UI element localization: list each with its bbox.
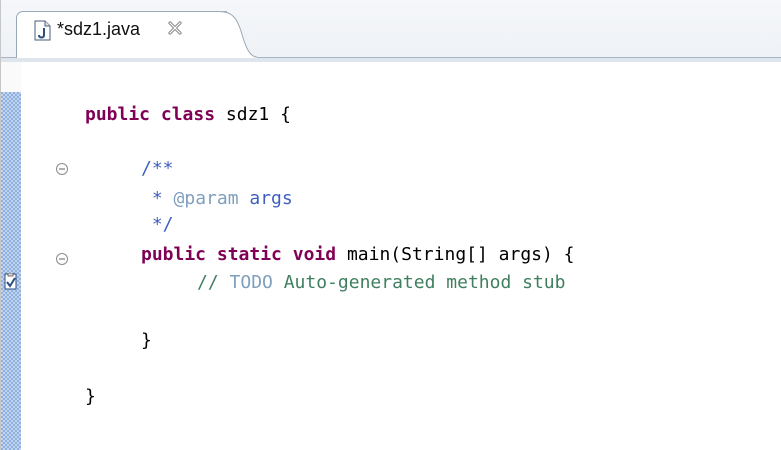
javadoc-text: */ <box>141 214 174 235</box>
tab-edge <box>219 11 257 58</box>
task-marker-icon[interactable] <box>3 273 19 291</box>
code-text: } <box>85 386 96 407</box>
close-icon[interactable] <box>167 20 183 36</box>
code-line-7: } <box>141 326 152 356</box>
keyword: public <box>141 244 207 265</box>
comment-text: // <box>197 272 230 293</box>
javadoc-text: * <box>141 188 174 209</box>
comment-text: Auto-generated method stub <box>272 272 566 293</box>
keyword: public <box>85 104 151 125</box>
tab-title: *sdz1.java <box>57 19 141 39</box>
code-editor[interactable]: public class sdz1 { /** * @param args */… <box>85 92 775 442</box>
code-line-6: // TODO Auto-generated method stub <box>197 268 565 298</box>
code-line-4: */ <box>141 210 174 240</box>
collapse-icon[interactable] <box>55 252 69 266</box>
code-text: sdz1 { <box>215 104 291 125</box>
code-line-2: /** <box>141 154 174 184</box>
keyword: class <box>160 104 216 125</box>
keyword: void <box>292 244 337 265</box>
code-line-1: public class sdz1 { <box>85 100 291 130</box>
code-text: } <box>141 330 152 351</box>
editor-tab-strip: *sdz1.java <box>1 0 781 62</box>
code-line-5: public static void main(String[] args) { <box>141 240 575 270</box>
java-editor-window: *sdz1.java public class sdz1 { /** * @pa… <box>0 0 781 450</box>
collapse-icon[interactable] <box>55 162 69 176</box>
java-file-icon <box>34 20 51 41</box>
javadoc-text: /** <box>141 158 174 179</box>
editor-tab-sdz1[interactable]: *sdz1.java <box>16 11 227 58</box>
code-text: main(String[] args) { <box>336 244 575 265</box>
todo-tag: TODO <box>229 272 273 293</box>
keyword: static <box>216 244 282 265</box>
javadoc-text: args <box>238 188 293 209</box>
javadoc-tag: @param <box>173 188 239 209</box>
range-indicator <box>1 92 21 450</box>
code-line-8: } <box>85 382 96 412</box>
